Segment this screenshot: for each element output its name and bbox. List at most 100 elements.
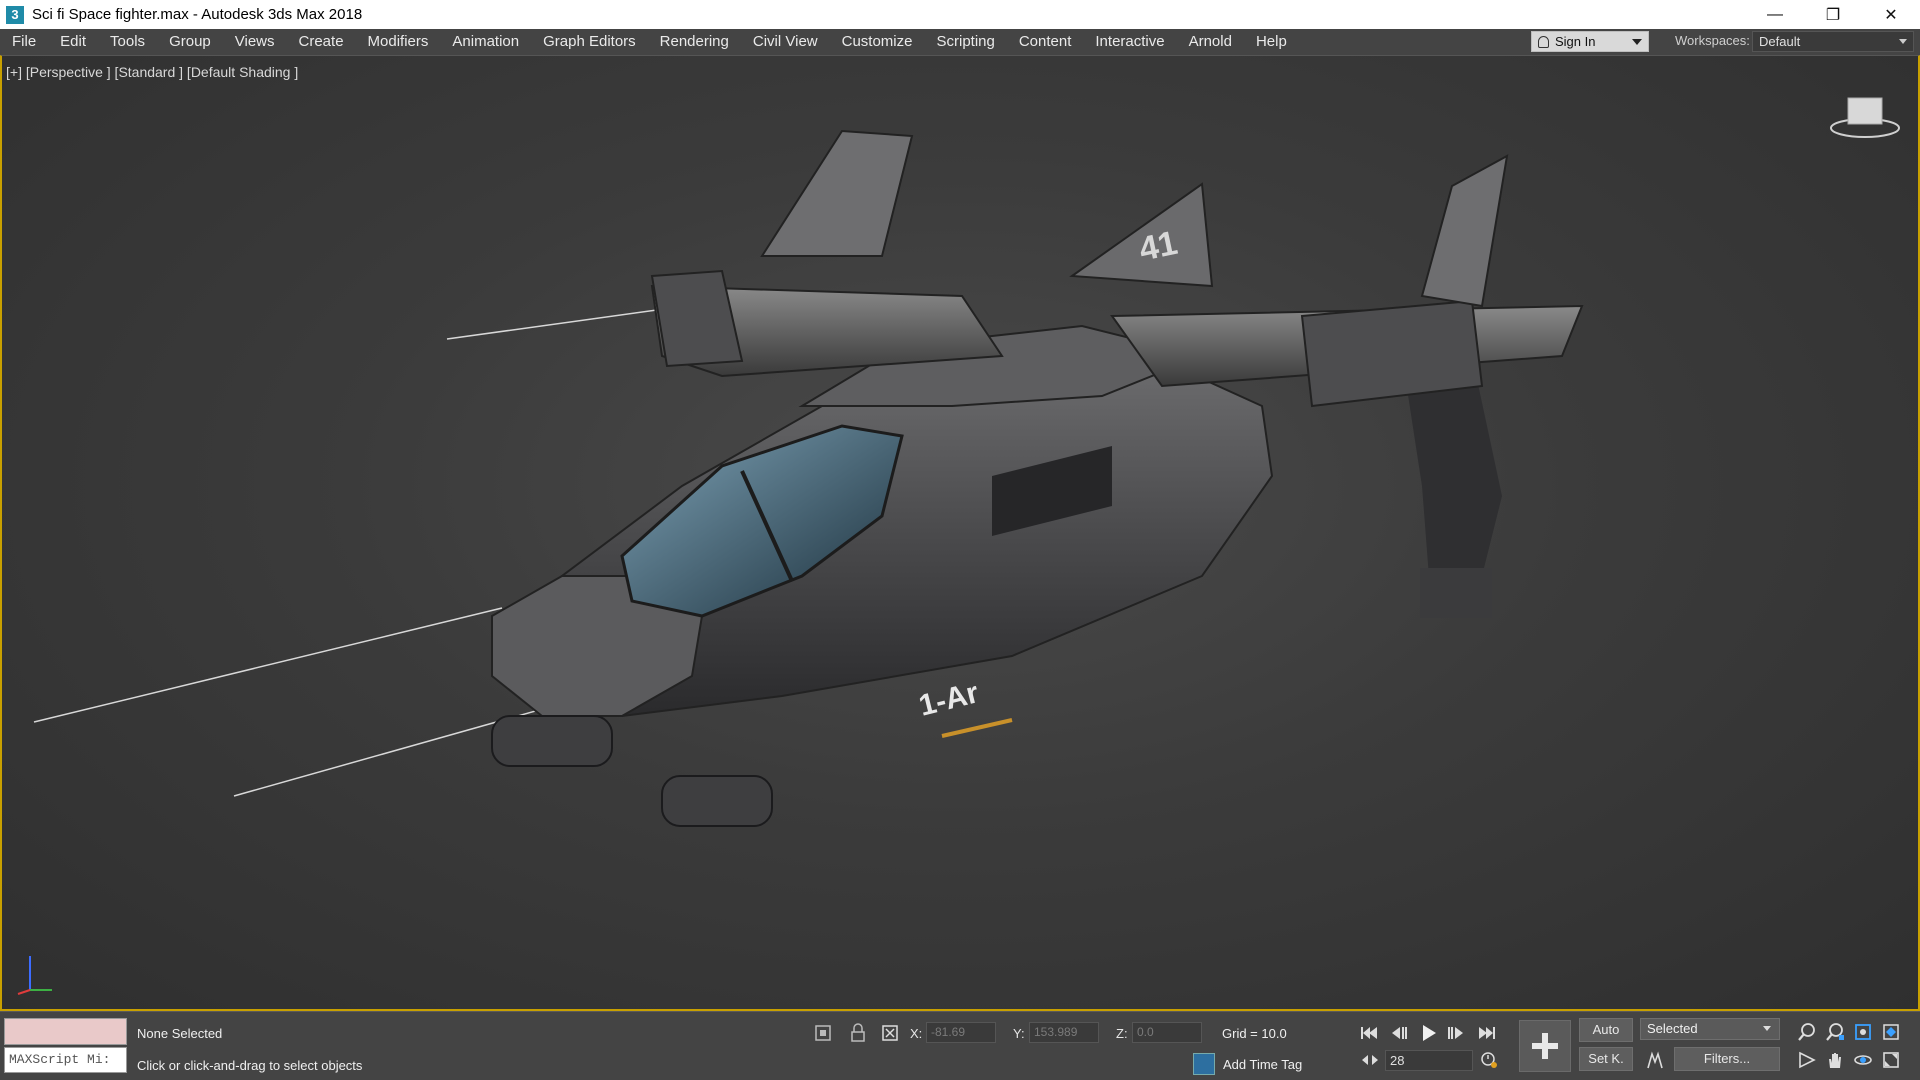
current-frame-value: 28 xyxy=(1390,1053,1405,1068)
menu-civil-view[interactable]: Civil View xyxy=(741,29,830,55)
auto-key-button[interactable]: Auto xyxy=(1579,1018,1633,1042)
app-icon: 3 xyxy=(6,5,24,24)
sign-in-label: Sign In xyxy=(1555,34,1596,49)
zoom-extents-all-icon xyxy=(1883,1024,1899,1040)
z-label: Z: xyxy=(1116,1026,1128,1041)
z-coordinate-field[interactable]: 0.0 xyxy=(1132,1022,1202,1043)
maxscript-input[interactable]: MAXScript Mi: xyxy=(4,1047,127,1073)
set-key-button[interactable]: Set K. xyxy=(1579,1047,1633,1071)
zoom-extents-icon xyxy=(1855,1024,1871,1040)
x-label: X: xyxy=(910,1026,923,1041)
viewcube-icon[interactable] xyxy=(1828,90,1902,142)
key-plus-icon xyxy=(1532,1033,1558,1059)
menu-customize[interactable]: Customize xyxy=(830,29,925,55)
play-icon xyxy=(1423,1025,1436,1041)
menu-content[interactable]: Content xyxy=(1007,29,1084,55)
orbit-button[interactable] xyxy=(1852,1049,1874,1071)
perspective-viewport[interactable]: 41 1-Ar [+] [Perspective ] [Standard ] [… xyxy=(0,55,1920,1011)
key-mode-icon xyxy=(1647,1051,1663,1069)
selection-lock-button[interactable] xyxy=(847,1022,869,1044)
menu-interactive[interactable]: Interactive xyxy=(1083,29,1176,55)
selection-status: None Selected xyxy=(137,1026,223,1041)
add-time-tag[interactable]: Add Time Tag xyxy=(1193,1052,1302,1076)
menu-help[interactable]: Help xyxy=(1244,29,1299,55)
zoom-all-icon xyxy=(1826,1023,1844,1041)
grid-size: Grid = 10.0 xyxy=(1222,1026,1287,1041)
window-title: Sci fi Space fighter.max - Autodesk 3ds … xyxy=(32,6,363,23)
antenna-line xyxy=(33,607,503,723)
maxscript-mini-listener[interactable] xyxy=(4,1018,127,1045)
orbit-icon xyxy=(1854,1055,1872,1065)
left-tail-fin xyxy=(760,129,914,257)
spaceship-model[interactable]: 41 1-Ar xyxy=(2,56,1918,1010)
menu-tools[interactable]: Tools xyxy=(98,29,157,55)
filters-button[interactable]: Filters... xyxy=(1674,1047,1780,1071)
zoom-button[interactable] xyxy=(1796,1021,1818,1043)
sign-in-dropdown[interactable]: Sign In xyxy=(1531,31,1649,52)
menu-edit[interactable]: Edit xyxy=(48,29,98,55)
pan-view-button[interactable] xyxy=(1824,1049,1846,1071)
time-tag-icon xyxy=(1193,1053,1215,1075)
workspaces-dropdown[interactable]: Default xyxy=(1752,31,1914,52)
hand-icon xyxy=(1829,1053,1841,1068)
menu-bar: File Edit Tools Group Views Create Modif… xyxy=(0,29,1920,55)
menu-modifiers[interactable]: Modifiers xyxy=(356,29,441,55)
y-coordinate-field[interactable]: 153.989 xyxy=(1029,1022,1099,1043)
zoom-extents-all-button[interactable] xyxy=(1880,1021,1902,1043)
menu-animation[interactable]: Animation xyxy=(440,29,531,55)
user-icon xyxy=(1538,35,1549,48)
chevron-down-icon xyxy=(1632,39,1642,45)
absolute-mode-button[interactable] xyxy=(879,1022,901,1044)
go-to-end-icon xyxy=(1479,1027,1495,1039)
x-coordinate-field[interactable]: -81.69 xyxy=(926,1022,996,1043)
next-frame-icon xyxy=(1448,1027,1463,1039)
minimize-button[interactable]: — xyxy=(1746,0,1804,29)
time-config-icon xyxy=(1481,1052,1497,1068)
zoom-all-button[interactable] xyxy=(1824,1021,1846,1043)
time-slider-toggle-button[interactable] xyxy=(1359,1049,1381,1071)
previous-frame-icon xyxy=(1392,1027,1407,1039)
maximize-viewport-icon xyxy=(1883,1052,1899,1068)
zoom-extents-button[interactable] xyxy=(1852,1021,1874,1043)
arrows-horizontal-icon xyxy=(1362,1055,1378,1065)
menu-graph-editors[interactable]: Graph Editors xyxy=(531,29,648,55)
next-frame-button[interactable] xyxy=(1445,1022,1467,1044)
left-cannon-pod xyxy=(491,715,613,767)
close-button[interactable]: ✕ xyxy=(1862,0,1920,29)
play-button[interactable] xyxy=(1418,1022,1440,1044)
workspace-value: Default xyxy=(1759,34,1801,49)
right-tail-fin xyxy=(1420,154,1509,308)
menu-views[interactable]: Views xyxy=(223,29,287,55)
key-mode-button[interactable] xyxy=(1644,1049,1666,1071)
menu-arnold[interactable]: Arnold xyxy=(1177,29,1244,55)
side-decal: 1-Ar xyxy=(916,676,983,723)
menu-scripting[interactable]: Scripting xyxy=(924,29,1006,55)
decal-stripe xyxy=(941,718,1013,738)
go-to-start-button[interactable] xyxy=(1358,1022,1380,1044)
landing-foot xyxy=(1420,568,1492,618)
chevron-down-icon xyxy=(1899,39,1907,44)
isolate-selection-button[interactable] xyxy=(812,1022,834,1044)
right-cannon-pod xyxy=(661,775,773,827)
field-of-view-button[interactable] xyxy=(1796,1049,1818,1071)
viewport-label[interactable]: [+] [Perspective ] [Standard ] [Default … xyxy=(6,64,298,80)
time-configuration-button[interactable] xyxy=(1478,1049,1500,1071)
menu-group[interactable]: Group xyxy=(157,29,223,55)
key-filter-dropdown[interactable]: Selected xyxy=(1640,1018,1780,1040)
title-bar: 3 Sci fi Space fighter.max - Autodesk 3d… xyxy=(0,0,1920,29)
axis-tripod-icon xyxy=(17,956,52,995)
menu-rendering[interactable]: Rendering xyxy=(648,29,741,55)
tail-decal: 41 xyxy=(1136,224,1181,269)
set-key-big-button[interactable] xyxy=(1519,1020,1571,1072)
restore-button[interactable]: ❐ xyxy=(1804,0,1862,29)
prompt-line: Click or click-and-drag to select object… xyxy=(137,1058,363,1073)
add-time-tag-label: Add Time Tag xyxy=(1223,1056,1303,1072)
go-to-end-button[interactable] xyxy=(1476,1022,1498,1044)
previous-frame-button[interactable] xyxy=(1388,1022,1410,1044)
current-frame-field[interactable]: 28 xyxy=(1385,1050,1473,1071)
menu-create[interactable]: Create xyxy=(287,29,356,55)
maximize-viewport-button[interactable] xyxy=(1880,1049,1902,1071)
menu-file[interactable]: File xyxy=(0,29,48,55)
key-filter-value: Selected xyxy=(1647,1021,1698,1036)
go-to-start-icon xyxy=(1361,1027,1377,1039)
